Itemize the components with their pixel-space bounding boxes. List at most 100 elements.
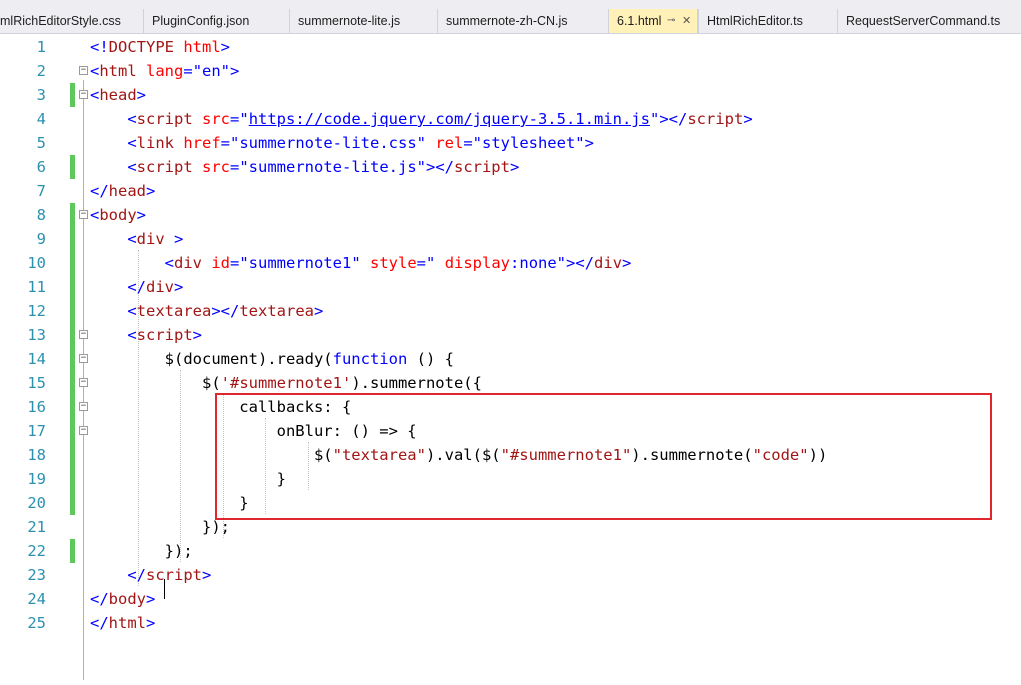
code-line[interactable]: 22 }); bbox=[0, 539, 1021, 563]
code-line[interactable]: 2 − <html lang="en"> bbox=[0, 59, 1021, 83]
code-token: > bbox=[230, 62, 240, 80]
code-text: <!DOCTYPE html> bbox=[90, 35, 230, 59]
editor-tab-bar: mlRichEditorStyle.css PluginConfig.json … bbox=[0, 0, 1021, 34]
code-token: textarea bbox=[136, 302, 212, 320]
tab-pluginconfig-json[interactable]: PluginConfig.json bbox=[143, 9, 289, 33]
minus-box-icon[interactable]: − bbox=[79, 66, 88, 75]
line-number: 18 bbox=[27, 446, 46, 464]
code-token: > bbox=[136, 86, 147, 104]
minus-box-icon[interactable]: − bbox=[79, 378, 88, 387]
code-text: </body> bbox=[90, 587, 155, 611]
code-line[interactable]: 23 </script> bbox=[0, 563, 1021, 587]
tab-label: mlRichEditorStyle.css bbox=[0, 14, 121, 28]
minus-box-icon[interactable]: − bbox=[79, 90, 88, 99]
minus-box-icon[interactable]: − bbox=[79, 210, 88, 219]
code-token: > bbox=[743, 110, 753, 128]
change-marker bbox=[70, 227, 75, 251]
code-token: https://code.jquery.com/jquery-3.5.1.min… bbox=[248, 110, 650, 128]
code-token: = bbox=[463, 134, 473, 152]
tab-6-1-html[interactable]: 6.1.html ⊸ ✕ bbox=[608, 9, 698, 33]
tab-requestservercommand-ts[interactable]: RequestServerCommand.ts bbox=[837, 9, 1021, 33]
line-number: 8 bbox=[36, 206, 46, 224]
tab-label: PluginConfig.json bbox=[152, 14, 250, 28]
code-line[interactable]: 25 </html> bbox=[0, 611, 1021, 635]
code-token: " bbox=[239, 110, 249, 128]
code-line[interactable]: 5 <link href="summernote-lite.css" rel="… bbox=[0, 131, 1021, 155]
code-text: <body> bbox=[90, 203, 146, 227]
code-token: > bbox=[146, 614, 156, 632]
code-token: < bbox=[127, 110, 137, 128]
code-token: < bbox=[127, 230, 137, 248]
code-line[interactable]: 3 − <head> bbox=[0, 83, 1021, 107]
code-text: <html lang="en"> bbox=[90, 59, 239, 83]
code-token: > bbox=[164, 230, 184, 248]
code-token: }); bbox=[90, 542, 193, 560]
close-icon[interactable]: ✕ bbox=[682, 9, 691, 33]
code-text: <div > bbox=[90, 227, 183, 251]
change-marker bbox=[70, 323, 75, 347]
code-token: " bbox=[426, 254, 445, 272]
change-marker bbox=[70, 419, 75, 443]
line-number: 5 bbox=[36, 134, 46, 152]
code-token: "summernote1" bbox=[239, 254, 361, 272]
code-token: </ bbox=[90, 182, 109, 200]
change-marker bbox=[70, 467, 75, 491]
code-line[interactable]: 10 <div id="summernote1" style=" display… bbox=[0, 251, 1021, 275]
tab-summernote-lite-js[interactable]: summernote-lite.js bbox=[289, 9, 437, 33]
line-number: 3 bbox=[36, 86, 46, 104]
code-token: < bbox=[127, 134, 137, 152]
code-token: = bbox=[220, 134, 231, 152]
code-token: </ bbox=[127, 566, 146, 584]
code-token: </ bbox=[127, 278, 146, 296]
code-token: style bbox=[360, 254, 417, 272]
code-token: div bbox=[174, 254, 202, 272]
code-text: </script> bbox=[90, 563, 211, 587]
code-line[interactable]: 11 </div> bbox=[0, 275, 1021, 299]
code-line[interactable]: 24 </body> bbox=[0, 587, 1021, 611]
code-editor[interactable]: 1 <!DOCTYPE html> 2− <html lang="en"> 3− <hea… bbox=[0, 34, 1021, 685]
code-token: > bbox=[584, 134, 594, 152]
code-line[interactable]: 7 </head> bbox=[0, 179, 1021, 203]
highlight-annotation-box bbox=[215, 393, 992, 520]
minus-box-icon[interactable]: − bbox=[79, 402, 88, 411]
code-line[interactable]: 8 − <body> bbox=[0, 203, 1021, 227]
change-marker bbox=[70, 443, 75, 467]
pin-icon[interactable]: ⊸ bbox=[667, 9, 675, 33]
line-number: 2 bbox=[36, 62, 46, 80]
code-token: body bbox=[108, 590, 146, 608]
code-token: " bbox=[649, 110, 660, 128]
code-line[interactable]: 1 <!DOCTYPE html> bbox=[0, 35, 1021, 59]
code-line[interactable]: 13 − <script> bbox=[0, 323, 1021, 347]
code-line[interactable]: 15 − $('#summernote1').summernote({ bbox=[0, 371, 1021, 395]
code-line[interactable]: 12 <textarea></textarea> bbox=[0, 299, 1021, 323]
code-line[interactable]: 6 <script src="summernote-lite.js"></scr… bbox=[0, 155, 1021, 179]
code-token: div bbox=[594, 254, 623, 272]
code-line[interactable]: 14 − $(document).ready(function () { bbox=[0, 347, 1021, 371]
code-text: <textarea></textarea> bbox=[90, 299, 323, 323]
code-token: html bbox=[99, 62, 137, 80]
minus-box-icon[interactable]: − bbox=[79, 330, 88, 339]
code-line[interactable]: 9 <div > bbox=[0, 227, 1021, 251]
code-token: src bbox=[192, 110, 230, 128]
tab-htmlricheditorstyle-css[interactable]: mlRichEditorStyle.css bbox=[0, 9, 143, 33]
code-token: > bbox=[192, 326, 203, 344]
change-marker bbox=[70, 83, 75, 107]
code-line[interactable]: 4 <script src="https://code.jquery.com/j… bbox=[0, 107, 1021, 131]
code-token: <! bbox=[90, 38, 109, 56]
code-token: script bbox=[453, 158, 510, 176]
minus-box-icon[interactable]: − bbox=[79, 426, 88, 435]
change-marker bbox=[70, 299, 75, 323]
tab-htmlricheditor-ts[interactable]: HtmlRichEditor.ts bbox=[698, 9, 837, 33]
code-text: <script src="summernote-lite.js"></scrip… bbox=[90, 155, 519, 179]
code-token: rel bbox=[425, 134, 464, 152]
change-marker bbox=[70, 203, 75, 227]
minus-box-icon[interactable]: − bbox=[79, 354, 88, 363]
tab-summernote-zh-cn-js[interactable]: summernote-zh-CN.js bbox=[437, 9, 608, 33]
tab-label: 6.1.html bbox=[617, 14, 662, 28]
code-token: = bbox=[183, 62, 193, 80]
